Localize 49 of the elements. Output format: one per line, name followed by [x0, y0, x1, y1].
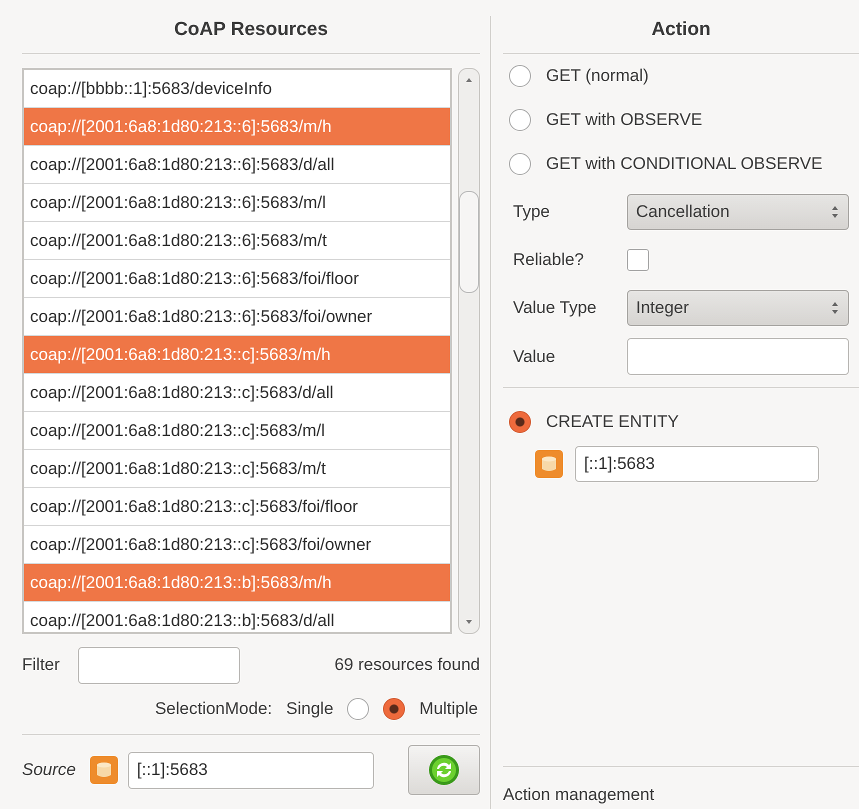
field-label: Type: [513, 202, 551, 222]
panel-title: Action: [650, 18, 712, 42]
source-field[interactable]: [::1]:5683: [128, 752, 374, 788]
entity-source-field[interactable]: [::1]:5683: [575, 446, 819, 482]
action-label: GET with CONDITIONAL OBSERVE: [546, 154, 822, 174]
dropdown[interactable]: Cancellation: [627, 194, 849, 230]
resource-item[interactable]: coap://[2001:6a8:1d80:213::6]:5683/m/t: [24, 222, 450, 260]
resource-count: 69 resources found: [334, 655, 480, 675]
filter-label: Filter: [22, 655, 60, 675]
multiple-label: Multiple: [419, 699, 478, 719]
database-icon: [535, 450, 563, 478]
radio-button[interactable]: [509, 411, 531, 433]
radio-button[interactable]: [509, 65, 531, 87]
radio-button[interactable]: [347, 698, 370, 720]
scroll-down-arrow-icon[interactable]: [464, 619, 474, 625]
field-label: Reliable?: [513, 250, 585, 270]
checkbox[interactable]: [627, 249, 649, 271]
resource-item[interactable]: coap://[2001:6a8:1d80:213::c]:5683/m/l: [24, 412, 450, 450]
resource-item[interactable]: coap://[2001:6a8:1d80:213::6]:5683/foi/floor: [24, 260, 450, 298]
spinner-arrows-icon: [830, 300, 840, 316]
panel-title: CoAP Resources: [173, 18, 329, 42]
field-label: Value Type: [513, 298, 598, 318]
dropdown[interactable]: Integer: [627, 290, 849, 326]
section-label: Action management: [503, 784, 656, 806]
value-field[interactable]: [627, 338, 849, 375]
resource-item[interactable]: coap://[2001:6a8:1d80:213::b]:5683/d/all: [24, 602, 450, 632]
action-label: GET with OBSERVE: [546, 110, 702, 130]
spinner-arrows-icon: [830, 204, 840, 220]
source-label: Source: [22, 760, 76, 780]
filter-field[interactable]: [78, 646, 240, 684]
radio-button[interactable]: [509, 109, 531, 131]
scroll-up-arrow-icon[interactable]: [464, 77, 474, 83]
resource-item[interactable]: coap://[2001:6a8:1d80:213::c]:5683/foi/floor: [24, 488, 450, 526]
single-label: Single: [286, 699, 334, 719]
action-label: GET (normal): [546, 66, 649, 86]
resource-item[interactable]: coap://[2001:6a8:1d80:213::c]:5683/m/t: [24, 450, 450, 488]
refresh-button[interactable]: [408, 745, 480, 795]
field-label: Value: [513, 346, 556, 366]
resource-item[interactable]: coap://[2001:6a8:1d80:213::6]:5683/m/l: [24, 184, 450, 222]
scroll-thumb[interactable]: [459, 191, 479, 293]
selection-mode-label: SelectionMode:: [154, 699, 272, 719]
radio-button[interactable]: [383, 698, 406, 720]
resource-item[interactable]: coap://[2001:6a8:1d80:213::6]:5683/d/all: [24, 146, 450, 184]
create-entity-label: CREATE ENTITY: [546, 412, 679, 432]
database-icon: [90, 756, 118, 784]
refresh-icon: [428, 754, 460, 786]
scrollbar[interactable]: [458, 68, 480, 634]
resource-item[interactable]: coap://[2001:6a8:1d80:213::c]:5683/d/all: [24, 374, 450, 412]
radio-button[interactable]: [509, 153, 531, 175]
